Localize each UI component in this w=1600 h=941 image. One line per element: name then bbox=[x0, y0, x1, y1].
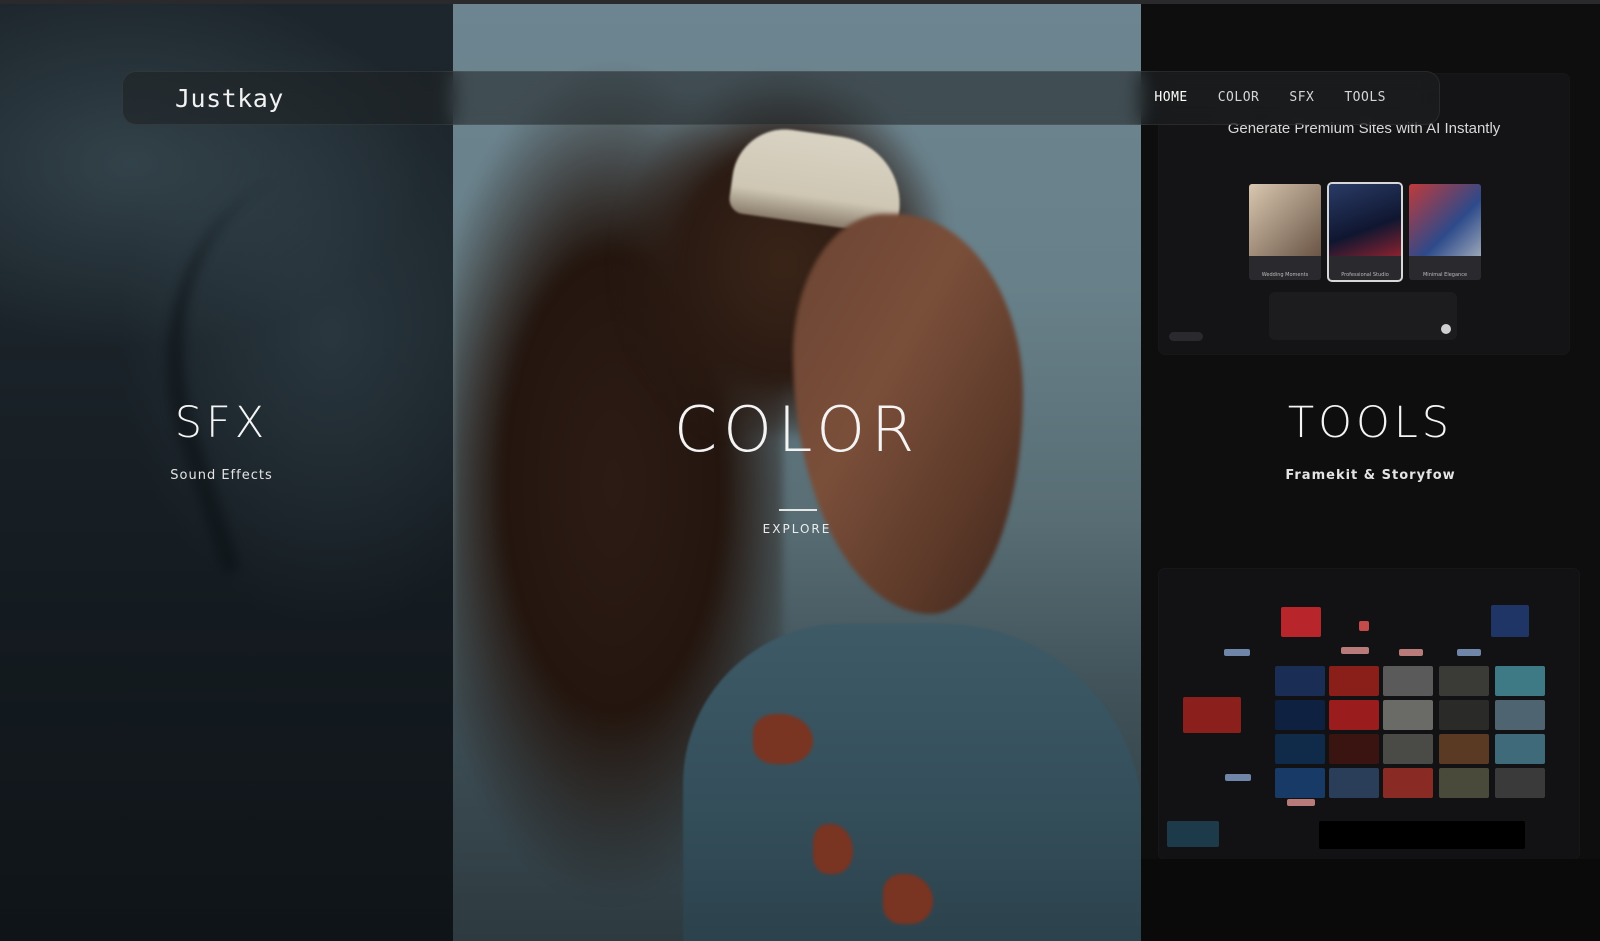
board-bottom-bar bbox=[1319, 821, 1525, 849]
sfx-title: SFX bbox=[174, 398, 269, 448]
jacket-pattern bbox=[753, 714, 813, 764]
board-thumb bbox=[1495, 700, 1545, 730]
storyfow-screenshot bbox=[1159, 569, 1579, 859]
board-thumb bbox=[1275, 734, 1325, 764]
sfx-subtitle: Sound Effects bbox=[170, 468, 273, 483]
board-thumb bbox=[1383, 734, 1433, 764]
color-title: COLOR bbox=[673, 393, 921, 466]
board-thumb bbox=[1329, 734, 1379, 764]
board-thumb bbox=[1383, 700, 1433, 730]
explore-divider bbox=[779, 509, 817, 511]
board-thumb bbox=[1275, 700, 1325, 730]
top-navigation: Justkay HOME COLOR SFX TOOLS bbox=[122, 71, 1440, 125]
template-card: Wedding Moments bbox=[1249, 184, 1321, 280]
portrait-jacket bbox=[683, 624, 1141, 941]
board-tag bbox=[1287, 799, 1315, 806]
board-node-blue bbox=[1491, 605, 1529, 637]
jacket-pattern bbox=[813, 824, 853, 874]
template-card-label: Wedding Moments bbox=[1261, 272, 1309, 278]
board-tag bbox=[1225, 774, 1251, 781]
logo[interactable]: Justkay bbox=[175, 84, 284, 113]
board-image-red-figures bbox=[1183, 697, 1241, 733]
board-thumb bbox=[1329, 768, 1379, 798]
nav-link-color[interactable]: COLOR bbox=[1218, 90, 1260, 105]
board-thumb bbox=[1495, 768, 1545, 798]
nav-link-tools[interactable]: TOOLS bbox=[1344, 90, 1386, 105]
board-thumb bbox=[1383, 768, 1433, 798]
jacket-pattern bbox=[883, 874, 933, 924]
board-thumb bbox=[1275, 768, 1325, 798]
explore-link[interactable]: EXPLORE bbox=[453, 522, 1141, 536]
template-card: Minimal Elegance bbox=[1409, 184, 1481, 280]
tools-subtitle: Framekit & Storyfow bbox=[1285, 468, 1456, 483]
board-thumb bbox=[1329, 700, 1379, 730]
board-node-red bbox=[1281, 607, 1321, 637]
nav-link-home[interactable]: HOME bbox=[1154, 90, 1187, 105]
page: Generate Premium Sites with AI Instantly… bbox=[0, 0, 1600, 941]
board-tag bbox=[1457, 649, 1481, 656]
board-tag bbox=[1341, 647, 1369, 654]
template-card-label: Minimal Elegance bbox=[1422, 272, 1468, 278]
board-node-small bbox=[1359, 621, 1369, 631]
send-icon bbox=[1441, 324, 1451, 334]
tools-panel-footer bbox=[1141, 859, 1600, 941]
sfx-background-texture bbox=[112, 133, 453, 575]
board-thumb bbox=[1439, 666, 1489, 696]
tools-title: TOOLS bbox=[1287, 398, 1454, 448]
template-card-selected: Professional Studio bbox=[1329, 184, 1401, 280]
board-thumb bbox=[1329, 666, 1379, 696]
board-thumb bbox=[1439, 700, 1489, 730]
prompt-box bbox=[1269, 292, 1457, 340]
nav-links: HOME COLOR SFX TOOLS bbox=[1154, 90, 1386, 105]
board-tag bbox=[1399, 649, 1423, 656]
theme-toggle bbox=[1169, 332, 1203, 341]
board-thumb bbox=[1495, 666, 1545, 696]
board-tag bbox=[1224, 649, 1250, 656]
board-thumb bbox=[1275, 666, 1325, 696]
board-thumb bbox=[1495, 734, 1545, 764]
template-card-label: Professional Studio bbox=[1341, 272, 1389, 278]
board-thumb bbox=[1383, 666, 1433, 696]
board-thumb bbox=[1439, 734, 1489, 764]
board-thumb bbox=[1439, 768, 1489, 798]
nav-link-sfx[interactable]: SFX bbox=[1289, 90, 1314, 105]
color-panel[interactable] bbox=[453, 4, 1141, 941]
board-filmstrip bbox=[1167, 821, 1219, 847]
